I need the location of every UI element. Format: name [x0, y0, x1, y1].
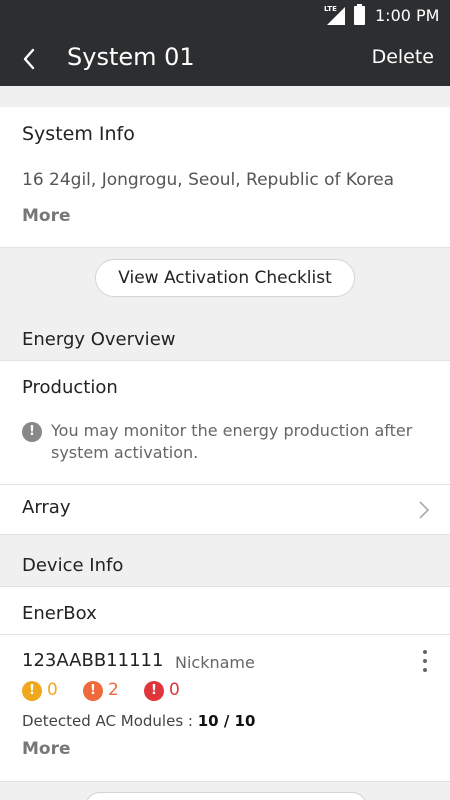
app-bar: System 01 Delete — [0, 32, 450, 86]
device-card: 123AABB11111 Nickname ! 0 ! 2 ! 0 Detect… — [0, 635, 450, 781]
delete-button[interactable]: Delete — [372, 46, 434, 68]
info-icon: ! — [22, 422, 42, 442]
chevron-left-icon — [23, 48, 35, 70]
detected-modules: Detected AC Modules : 10 / 10 — [22, 712, 255, 730]
critical-alert-icon: ! — [144, 681, 164, 701]
signal-icon — [327, 7, 345, 25]
page-title: System 01 — [67, 43, 195, 71]
minor-alert-icon: ! — [83, 681, 103, 701]
enerbox-label: EnerBox — [22, 603, 97, 624]
status-bar: LTE 1:00 PM — [0, 0, 450, 32]
production-note: You may monitor the energy production af… — [51, 421, 413, 462]
divider — [0, 634, 450, 635]
more-options-icon[interactable] — [422, 650, 428, 674]
system-info-more-link[interactable]: More — [22, 206, 71, 226]
divider — [0, 484, 450, 485]
system-info-heading: System Info — [22, 123, 135, 145]
device-info-label: Device Info — [22, 555, 124, 576]
divider — [0, 781, 450, 782]
system-info-card: System Info 16 24gil, Jongrogu, Seoul, R… — [0, 107, 450, 247]
divider — [0, 586, 450, 587]
device-serial: 123AABB11111 — [22, 650, 164, 671]
production-heading: Production — [22, 377, 118, 398]
energy-overview-label: Energy Overview — [22, 329, 176, 350]
minor-alert-count: 2 — [108, 680, 119, 700]
partial-action-button[interactable] — [85, 792, 367, 800]
divider — [0, 360, 450, 361]
detected-modules-label: Detected AC Modules : — [22, 712, 193, 730]
detected-modules-value: 10 / 10 — [197, 712, 256, 730]
critical-alert-count: 0 — [169, 680, 180, 700]
device-nickname: Nickname — [175, 653, 255, 672]
battery-icon — [354, 4, 365, 25]
array-row[interactable]: Array — [0, 485, 450, 534]
view-activation-checklist-button[interactable]: View Activation Checklist — [95, 259, 355, 297]
back-button[interactable] — [18, 46, 42, 72]
device-more-link[interactable]: More — [22, 739, 71, 759]
system-address: 16 24gil, Jongrogu, Seoul, Republic of K… — [22, 170, 395, 190]
chevron-right-icon — [419, 501, 430, 519]
enerbox-row: EnerBox — [0, 587, 450, 634]
status-time: 1:00 PM — [375, 6, 440, 25]
warning-count: 0 — [47, 680, 58, 700]
divider — [0, 247, 450, 248]
warning-icon: ! — [22, 681, 42, 701]
divider — [0, 534, 450, 535]
production-card: Production ! You may monitor the energy … — [0, 361, 450, 484]
array-label: Array — [22, 497, 71, 518]
